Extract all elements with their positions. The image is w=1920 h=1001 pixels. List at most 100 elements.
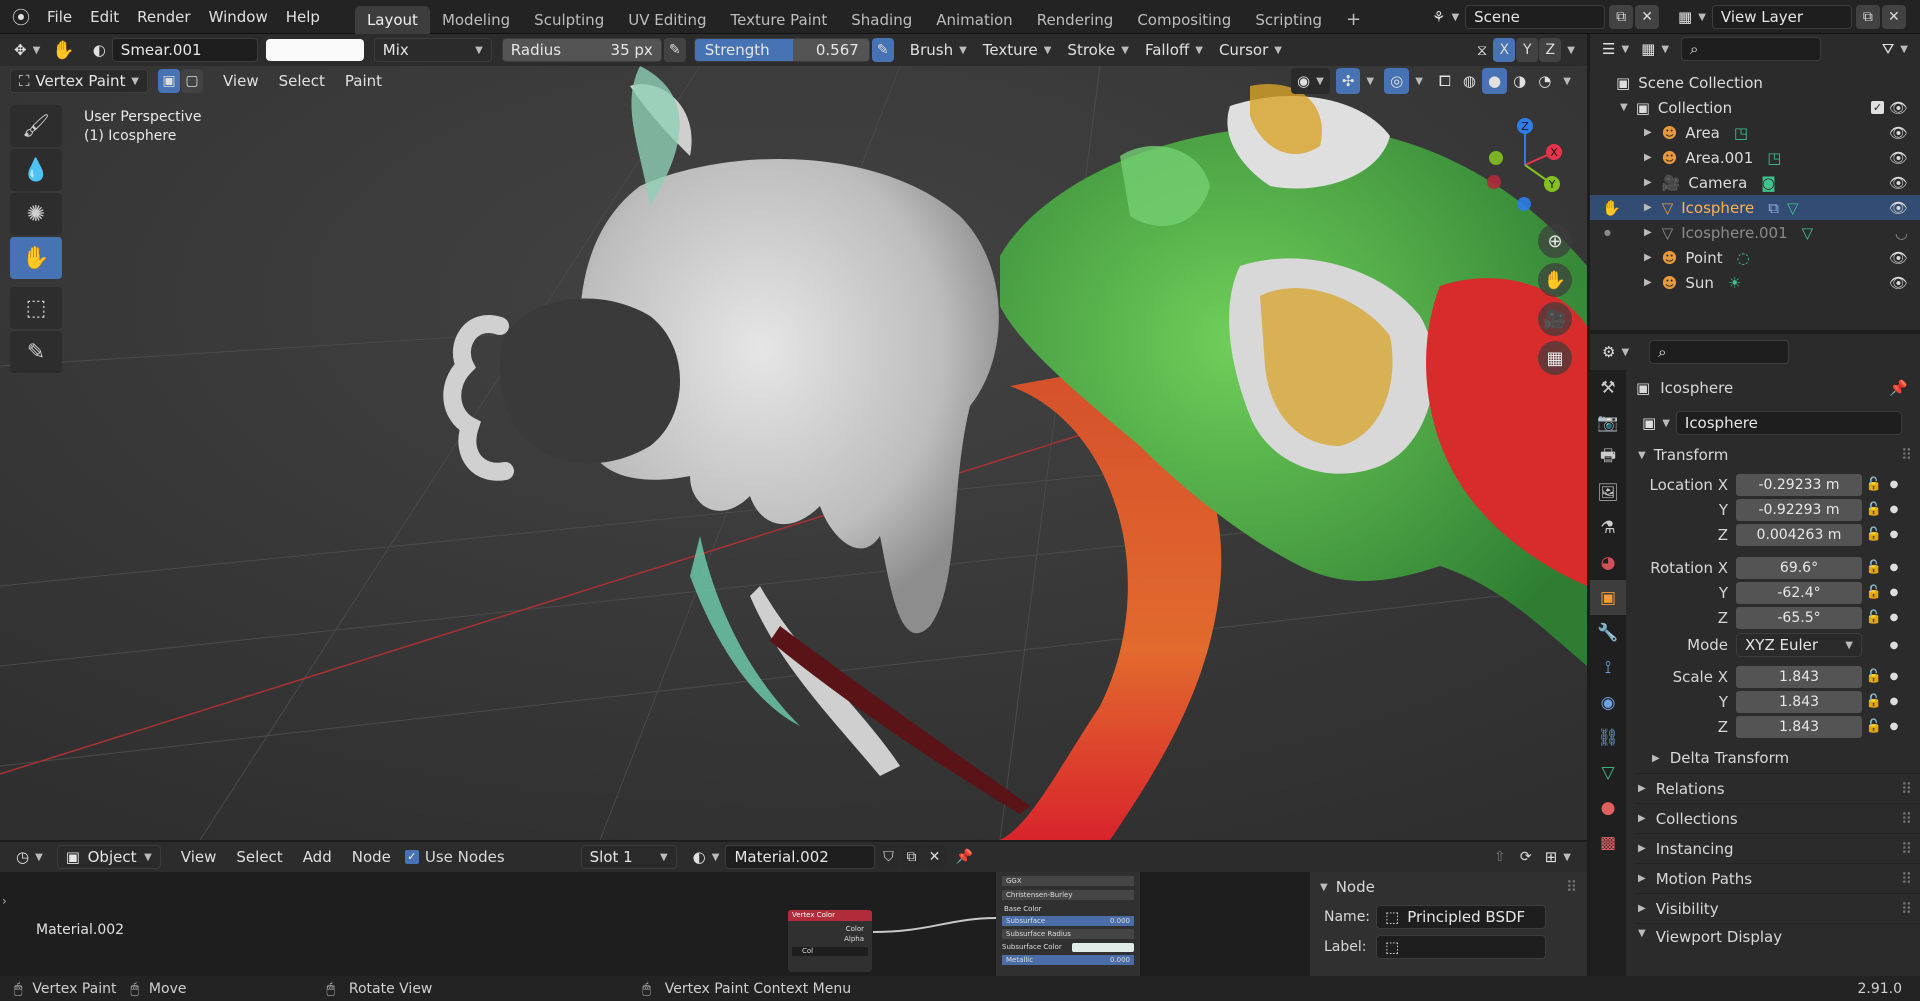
collections-panel-header[interactable]: ▶ Collections ⠿: [1636, 803, 1920, 833]
node-editor-type-icon[interactable]: ◷ ▼: [10, 844, 49, 870]
keyframe-dot-icon[interactable]: ●: [1886, 721, 1902, 732]
drag-handle-icon[interactable]: ⠿: [1566, 878, 1577, 896]
editor-type-icon[interactable]: ☰ ▼: [1596, 36, 1635, 62]
collapse-icon[interactable]: ▼: [1638, 450, 1646, 461]
add-workspace-icon[interactable]: +: [1334, 6, 1373, 34]
tool-mode-icon[interactable]: ✥ ▼: [8, 37, 46, 63]
light-data-icon[interactable]: ◳: [1734, 124, 1748, 142]
mirror-y-toggle[interactable]: Y: [1516, 38, 1539, 62]
outliner-item-icosphere-001[interactable]: ● ▶ ▽ Icosphere.001 ▽ ◡: [1590, 220, 1920, 245]
node-name-field[interactable]: ⬚ Principled BSDF: [1376, 905, 1546, 929]
view-layer-icon[interactable]: ▦ ▼: [1672, 4, 1712, 30]
point-light-icon[interactable]: ◌: [1737, 249, 1750, 267]
brush-preview-icon[interactable]: ◐: [87, 37, 112, 63]
color-output-socket[interactable]: Color: [788, 925, 872, 933]
mirror-x-toggle[interactable]: X: [1493, 38, 1516, 62]
fake-user-shield-icon[interactable]: ⛉: [877, 845, 900, 869]
texture-tab-icon[interactable]: ▩: [1590, 825, 1626, 860]
metallic-input[interactable]: Metallic 0.000: [1002, 955, 1134, 965]
lock-icon[interactable]: 🔓: [1862, 610, 1886, 625]
expand-icon[interactable]: ▶: [1638, 903, 1646, 914]
zoom-icon[interactable]: ⊕: [1538, 224, 1572, 258]
particles-tab-icon[interactable]: ⟟: [1590, 650, 1626, 685]
outliner-item-sun[interactable]: ▶ ☻ Sun ☀ 👁: [1590, 270, 1920, 295]
keyframe-dot-icon[interactable]: ●: [1886, 529, 1902, 540]
properties-editor-type-icon[interactable]: ⚙ ▼: [1596, 339, 1635, 365]
keyframe-dot-icon[interactable]: ●: [1886, 504, 1902, 515]
vertex-mask-icon[interactable]: ▢: [181, 69, 203, 93]
duplicate-material-icon[interactable]: ⧉: [900, 845, 923, 869]
overlays-toggle-icon[interactable]: ◎: [1384, 68, 1410, 94]
pin-icon[interactable]: 📌: [953, 845, 975, 869]
menu-window[interactable]: Window: [200, 0, 277, 34]
expand-icon[interactable]: ▶: [1638, 783, 1646, 794]
camera-data-icon[interactable]: ◙: [1761, 174, 1776, 192]
mode-dropdown[interactable]: ⛶ Vertex Paint ▼: [10, 69, 148, 93]
modifier-icon[interactable]: ⧉: [1768, 199, 1779, 217]
modifier-tab-icon[interactable]: 🔧: [1590, 615, 1626, 650]
tab-uv-editing[interactable]: UV Editing: [616, 6, 718, 34]
tab-shading[interactable]: Shading: [839, 6, 924, 34]
tab-modeling[interactable]: Modeling: [430, 6, 522, 34]
lock-icon[interactable]: 🔓: [1862, 477, 1886, 492]
keyframe-dot-icon[interactable]: ●: [1886, 671, 1902, 682]
expand-icon[interactable]: ▶: [1644, 227, 1652, 238]
new-scene-icon[interactable]: ⧉: [1609, 5, 1634, 29]
location-z-field[interactable]: 0.004263 m: [1736, 523, 1862, 546]
stroke-menu[interactable]: Stroke ▼: [1061, 37, 1135, 63]
tab-layout[interactable]: Layout: [354, 5, 430, 34]
menu-file[interactable]: File: [38, 0, 81, 34]
transform-panel-header[interactable]: ▼ Transform ⠿: [1636, 440, 1920, 470]
texture-menu[interactable]: Texture ▼: [977, 37, 1058, 63]
subsurface-method-dropdown[interactable]: Christensen-Burley: [1002, 890, 1134, 900]
expand-icon[interactable]: ▶: [1638, 813, 1646, 824]
outliner-item-area-001[interactable]: ▶ ☻ Area.001 ◳ 👁: [1590, 145, 1920, 170]
paint-menu[interactable]: Paint: [339, 68, 388, 94]
properties-search-input[interactable]: ⌕: [1649, 340, 1790, 364]
brush-menu[interactable]: Brush ▼: [904, 37, 973, 63]
eye-icon[interactable]: 👁: [1889, 274, 1908, 292]
eye-icon[interactable]: 👁: [1889, 149, 1908, 167]
keyframe-dot-icon[interactable]: ●: [1886, 696, 1902, 707]
drag-handle-icon[interactable]: ⠿: [1901, 780, 1912, 798]
collection-checkbox[interactable]: ✓: [1871, 101, 1884, 114]
node-label-field[interactable]: ⬚: [1376, 935, 1546, 959]
mesh-data-icon[interactable]: ▽: [1802, 224, 1814, 242]
subsurface-color-input[interactable]: Subsurface Color: [1002, 942, 1134, 952]
visibility-panel-header[interactable]: ▶ Visibility ⠿: [1636, 893, 1920, 923]
3d-viewport[interactable]: User Perspective (1) Icosphere Z X Y ⊕ ✋…: [0, 66, 1587, 840]
outliner-item-camera[interactable]: ▶ 🎥 Camera ◙ 👁: [1590, 170, 1920, 195]
tab-animation[interactable]: Animation: [924, 6, 1024, 34]
cursor-menu[interactable]: Cursor ▼: [1213, 37, 1288, 63]
collection-eye-icon[interactable]: 👁: [1889, 99, 1908, 117]
drag-handle-icon[interactable]: ⠿: [1901, 810, 1912, 828]
strength-slider[interactable]: Strength 0.567: [693, 38, 870, 62]
output-tab-icon[interactable]: 🖶: [1590, 440, 1626, 475]
keyframe-dot-icon[interactable]: ●: [1886, 479, 1902, 490]
select-menu[interactable]: Select: [273, 68, 331, 94]
scale-z-field[interactable]: 1.843: [1736, 715, 1862, 738]
drag-handle-icon[interactable]: ⠿: [1901, 840, 1912, 858]
object-tab-icon[interactable]: ▣: [1590, 580, 1626, 615]
pan-hand-icon[interactable]: ✋: [1538, 263, 1572, 297]
subsurface-color-swatch[interactable]: [1072, 942, 1134, 952]
use-nodes-checkbox[interactable]: ✓ Use Nodes: [404, 848, 505, 866]
material-name-field[interactable]: Material.002: [725, 845, 876, 869]
location-x-field[interactable]: -0.29233 m: [1736, 473, 1862, 496]
lock-icon[interactable]: 🔓: [1862, 502, 1886, 517]
outliner-item-point[interactable]: ▶ ☻ Point ◌ 👁: [1590, 245, 1920, 270]
node-select-menu[interactable]: Select: [230, 844, 288, 870]
motion-paths-panel-header[interactable]: ▶ Motion Paths ⠿: [1636, 863, 1920, 893]
expand-icon[interactable]: ▶: [1644, 152, 1652, 163]
eye-icon[interactable]: 👁: [1889, 124, 1908, 142]
expand-icon[interactable]: ▶: [1644, 252, 1652, 263]
expand-icon[interactable]: ▶: [1644, 277, 1652, 288]
outliner-search-input[interactable]: ⌕: [1681, 37, 1822, 61]
lock-icon[interactable]: 🔓: [1862, 527, 1886, 542]
menu-help[interactable]: Help: [277, 0, 329, 34]
expand-icon[interactable]: ▶: [1652, 753, 1660, 764]
rotation-z-field[interactable]: -65.5°: [1736, 606, 1862, 629]
rotation-x-field[interactable]: 69.6°: [1736, 556, 1862, 579]
new-view-layer-icon[interactable]: ⧉: [1855, 5, 1880, 29]
falloff-menu[interactable]: Falloff ▼: [1139, 37, 1209, 63]
